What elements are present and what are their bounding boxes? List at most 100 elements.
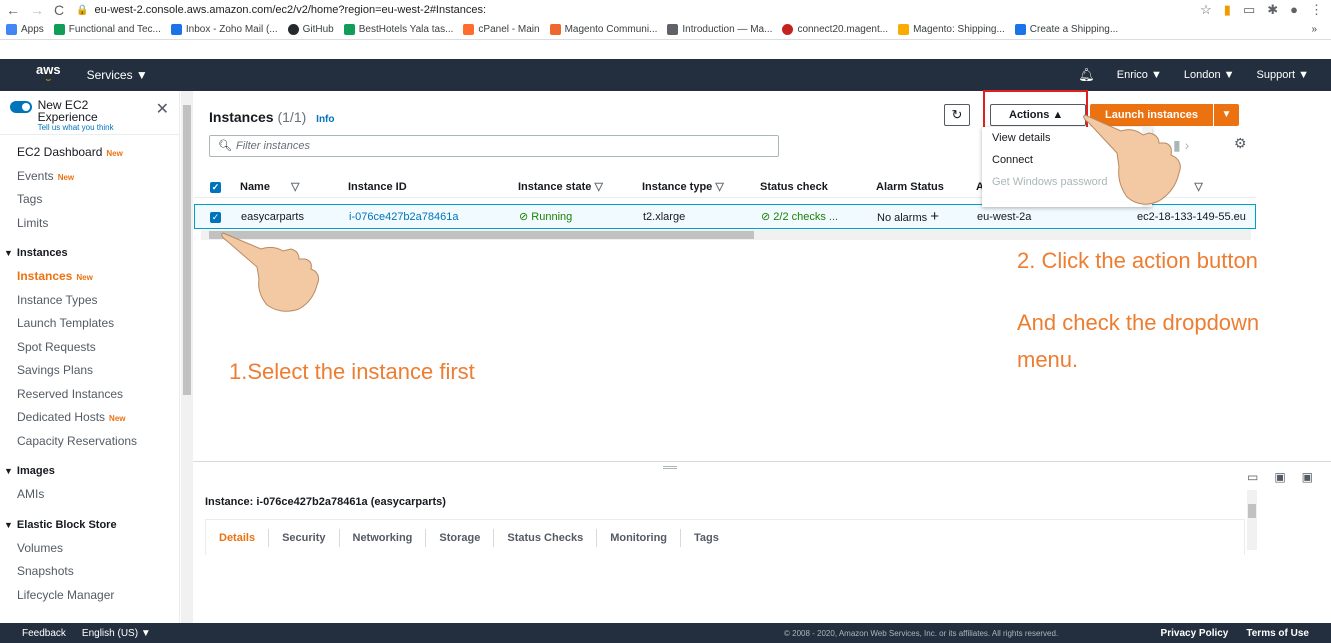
tab-tags[interactable]: Tags xyxy=(681,529,732,547)
sidebar-item-spot-requests[interactable]: Spot Requests xyxy=(0,336,179,360)
language-selector[interactable]: English (US) ▼ xyxy=(82,628,151,639)
check-circle-icon: ⊘ xyxy=(761,211,771,223)
extension-icon[interactable]: ▮ xyxy=(1224,2,1231,18)
bookmark-apps[interactable]: Apps xyxy=(6,24,44,35)
scrollbar-thumb[interactable] xyxy=(1248,504,1256,518)
cell-name: easycarparts xyxy=(241,210,304,223)
details-scrollbar[interactable] xyxy=(1247,490,1257,550)
minimize-panel-icon[interactable]: ▭ xyxy=(1247,470,1258,484)
sidebar-section-ebs[interactable]: ▼ Elastic Block Store xyxy=(0,513,179,537)
column-header[interactable]: Instance state ▽ xyxy=(518,180,642,193)
sidebar-item-limits[interactable]: Limits xyxy=(0,212,179,236)
star-icon[interactable]: ☆ xyxy=(1200,2,1212,18)
sidebar-item-volumes[interactable]: Volumes xyxy=(0,537,179,561)
sidebar-item-instances[interactable]: Instances New xyxy=(0,265,179,289)
sidebar-item-dashboard[interactable]: EC2 Dashboard New xyxy=(0,141,179,165)
feedback-link[interactable]: Feedback xyxy=(22,628,66,639)
add-alarm-icon[interactable]: + xyxy=(930,208,939,225)
bookmark-item[interactable]: Inbox - Zoho Mail (... xyxy=(170,24,278,35)
toggle-switch[interactable] xyxy=(10,101,32,113)
cast-icon[interactable]: ▭ xyxy=(1243,2,1255,18)
tab-storage[interactable]: Storage xyxy=(426,528,495,547)
bookmark-item[interactable]: Functional and Tec... xyxy=(53,24,161,35)
gear-icon[interactable]: ⚙ xyxy=(1234,135,1247,152)
caret-down-icon: ▼ xyxy=(1221,109,1232,120)
terms-link[interactable]: Terms of Use xyxy=(1246,628,1309,639)
aws-logo[interactable]: aws ⌣ xyxy=(36,63,61,85)
bell-icon[interactable]: 🔔︎ xyxy=(1078,67,1095,83)
column-header[interactable]: Instance type ▽ xyxy=(642,180,760,193)
services-menu[interactable]: Services ▼ xyxy=(87,68,148,82)
split-panel-icon[interactable]: ▣ xyxy=(1274,470,1285,484)
sidebar-item-tags[interactable]: Tags xyxy=(0,188,179,212)
bookmark-item[interactable]: BestHotels Yala tas... xyxy=(343,24,453,35)
privacy-link[interactable]: Privacy Policy xyxy=(1161,628,1229,639)
instance-title: Instance: i-076ce427b2a78461a (easycarpa… xyxy=(205,496,446,508)
column-header[interactable]: Status check xyxy=(760,181,876,193)
new-badge: New xyxy=(76,273,93,282)
close-icon[interactable]: ✕ xyxy=(156,99,169,119)
more-bookmarks[interactable]: » xyxy=(1311,24,1317,35)
scrollbar-thumb[interactable] xyxy=(183,105,191,395)
bookmark-item[interactable]: GitHub xyxy=(287,24,334,35)
new-experience-toggle[interactable]: New EC2 Experience Tell us what you thin… xyxy=(0,91,179,135)
reload-icon[interactable]: C xyxy=(54,2,64,18)
launch-dropdown-button[interactable]: ▼ xyxy=(1214,104,1239,126)
bookmark-item[interactable]: Magento Communi... xyxy=(549,24,657,35)
menu-icon[interactable]: ⋮ xyxy=(1310,2,1323,18)
sort-icon: ▽ xyxy=(291,181,300,193)
tab-details[interactable]: Details xyxy=(206,528,270,547)
sidebar-item-launch-templates[interactable]: Launch Templates xyxy=(0,312,179,336)
puzzle-icon[interactable]: ✱ xyxy=(1267,2,1278,18)
select-all-checkbox[interactable]: ✓ xyxy=(194,181,240,193)
browser-nav: ← → C xyxy=(0,2,76,18)
sidebar-item-savings-plans[interactable]: Savings Plans xyxy=(0,359,179,383)
address-bar[interactable]: 🔒 eu-west-2.console.aws.amazon.com/ec2/v… xyxy=(76,4,486,16)
bookmark-item[interactable]: Create a Shipping... xyxy=(1014,24,1118,35)
row-checkbox[interactable]: ✓ xyxy=(195,211,241,223)
forward-icon[interactable]: → xyxy=(30,2,44,18)
back-icon[interactable]: ← xyxy=(6,2,20,18)
bookmark-icon xyxy=(1014,24,1026,35)
sidebar-item-snapshots[interactable]: Snapshots xyxy=(0,560,179,584)
bookmark-item[interactable]: Introduction — Ma... xyxy=(667,24,772,35)
sidebar-section-images[interactable]: ▼ Images xyxy=(0,459,179,483)
tab-security[interactable]: Security xyxy=(269,528,340,547)
sidebar-item-reserved-instances[interactable]: Reserved Instances xyxy=(0,383,179,407)
bookmark-item[interactable]: connect20.magent... xyxy=(782,24,888,35)
tab-status-checks[interactable]: Status Checks xyxy=(494,528,598,547)
caret-down-icon: ▼ xyxy=(4,466,13,476)
bookmark-item[interactable]: Magento: Shipping... xyxy=(898,24,1005,35)
column-header[interactable]: Name ▽ xyxy=(240,180,348,193)
checkbox-icon: ✓ xyxy=(210,211,221,223)
cell-instance-id[interactable]: i-076ce427b2a78461a xyxy=(349,211,519,223)
support-menu[interactable]: Support ▼ xyxy=(1257,69,1309,81)
profile-icon[interactable]: ● xyxy=(1290,2,1298,18)
column-header[interactable]: Alarm Status xyxy=(876,181,976,193)
sidebar-section-instances[interactable]: ▼ Instances xyxy=(0,241,179,265)
table-scrollbar[interactable] xyxy=(201,230,1251,240)
column-header[interactable]: Instance ID xyxy=(348,181,518,193)
region-menu[interactable]: London ▼ xyxy=(1184,69,1235,81)
user-menu[interactable]: Enrico ▼ xyxy=(1117,69,1162,81)
url-text: eu-west-2.console.aws.amazon.com/ec2/v2/… xyxy=(94,4,487,16)
cell-state: ⊘ Running xyxy=(519,211,573,223)
tab-monitoring[interactable]: Monitoring xyxy=(597,528,682,547)
sidebar-item-instance-types[interactable]: Instance Types xyxy=(0,289,179,313)
resize-handle[interactable] xyxy=(663,466,677,469)
sidebar-item-events[interactable]: Events New xyxy=(0,165,179,189)
sidebar-scrollbar[interactable] xyxy=(181,91,193,623)
sidebar-item-amis[interactable]: AMIs xyxy=(0,483,179,507)
info-link[interactable]: Info xyxy=(316,114,334,125)
caret-down-icon: ▼ xyxy=(4,248,13,258)
filter-input[interactable]: 🔍︎ Filter instances xyxy=(209,135,779,157)
bookmark-item[interactable]: cPanel - Main xyxy=(463,24,540,35)
sidebar-item-lifecycle-manager[interactable]: Lifecycle Manager xyxy=(0,584,179,608)
maximize-panel-icon[interactable]: ▣ xyxy=(1302,470,1313,484)
sidebar-item-capacity-reservations[interactable]: Capacity Reservations xyxy=(0,430,179,454)
cell-az: eu-west-2a xyxy=(977,210,1032,223)
tab-networking[interactable]: Networking xyxy=(340,528,427,547)
sidebar-item-dedicated-hosts[interactable]: Dedicated Hosts New xyxy=(0,406,179,430)
refresh-button[interactable]: ↻ xyxy=(944,104,970,126)
feedback-link[interactable]: Tell us what you think xyxy=(38,123,150,132)
